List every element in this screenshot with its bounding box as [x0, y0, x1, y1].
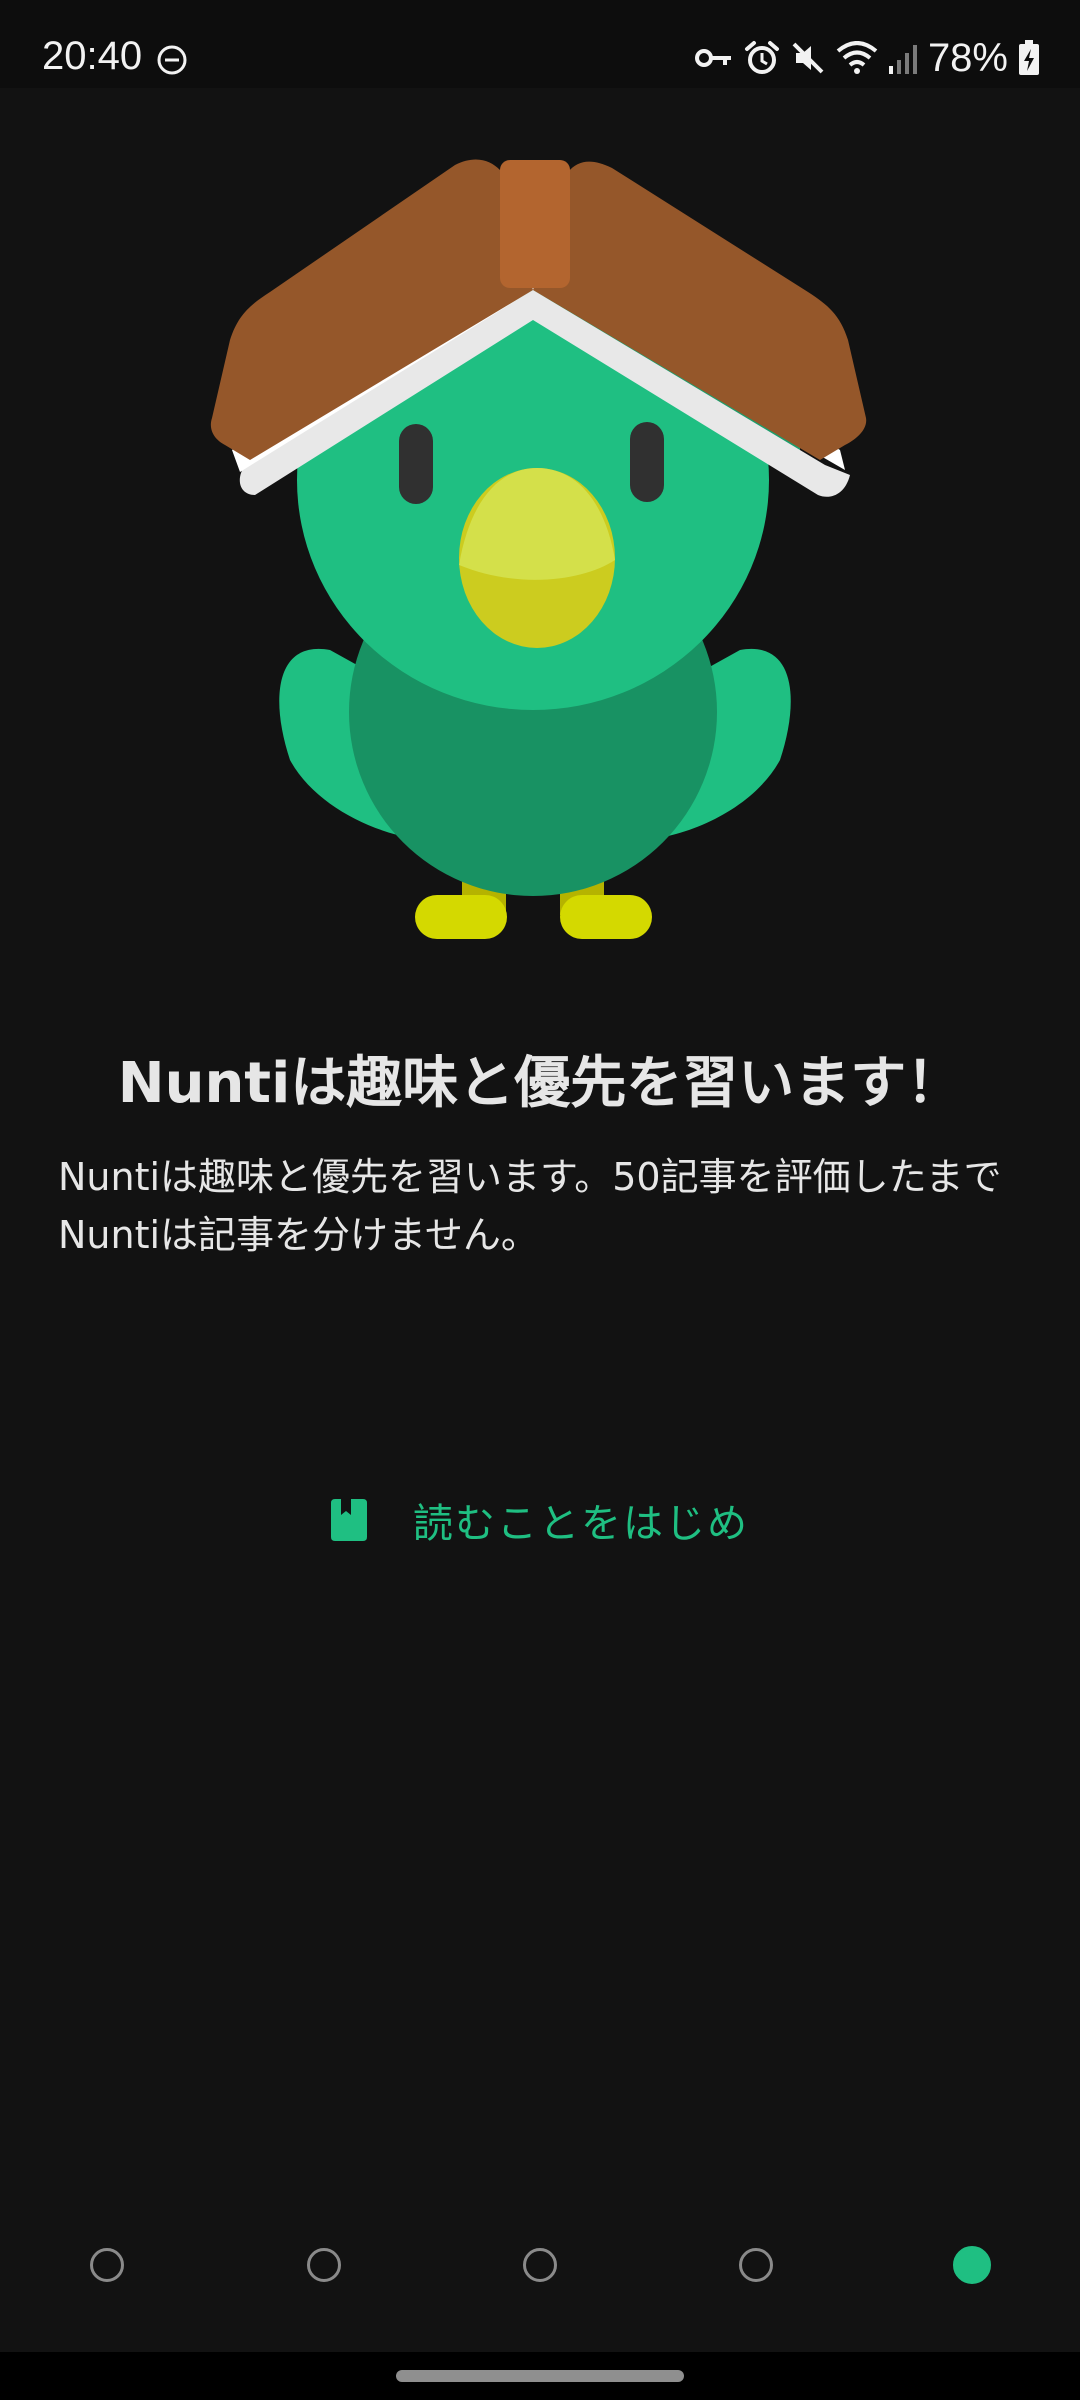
page-dot-1[interactable] [90, 2248, 124, 2282]
status-time: 20:40 [42, 34, 143, 78]
page-dot-5[interactable] [953, 2246, 991, 2284]
page-dot-4[interactable] [739, 2248, 773, 2282]
battery-charging-icon [1019, 40, 1039, 75]
vpn-key-icon [694, 49, 731, 67]
status-bar: 20:40 78% [0, 0, 1080, 88]
status-icons: 78% [694, 38, 1040, 78]
mute-icon [792, 42, 824, 74]
page-dot-2[interactable] [307, 2248, 341, 2282]
wifi-icon [836, 41, 878, 74]
battery-percent: 78% [927, 36, 1008, 80]
onboarding-description: Nuntiは趣味と優先を習います。50記事を評価したまでNuntiは記事を分けま… [58, 1155, 1002, 1257]
onboarding-headline: Nuntiは趣味と優先を習います！ [117, 1051, 963, 1116]
page-indicator [0, 2246, 1080, 2288]
start-reading-button[interactable]: 読むことをはじめ [300, 1480, 780, 1560]
nunti-mascot-illustration [210, 159, 867, 939]
home-gesture-handle[interactable] [396, 2370, 684, 2382]
start-reading-label: 読むことをはじめ [413, 1501, 749, 1547]
do-not-disturb-icon [157, 45, 187, 75]
alarm-icon [744, 41, 779, 74]
book-icon [331, 1499, 367, 1541]
signal-icon [888, 45, 917, 74]
page-dot-3[interactable] [523, 2248, 557, 2282]
